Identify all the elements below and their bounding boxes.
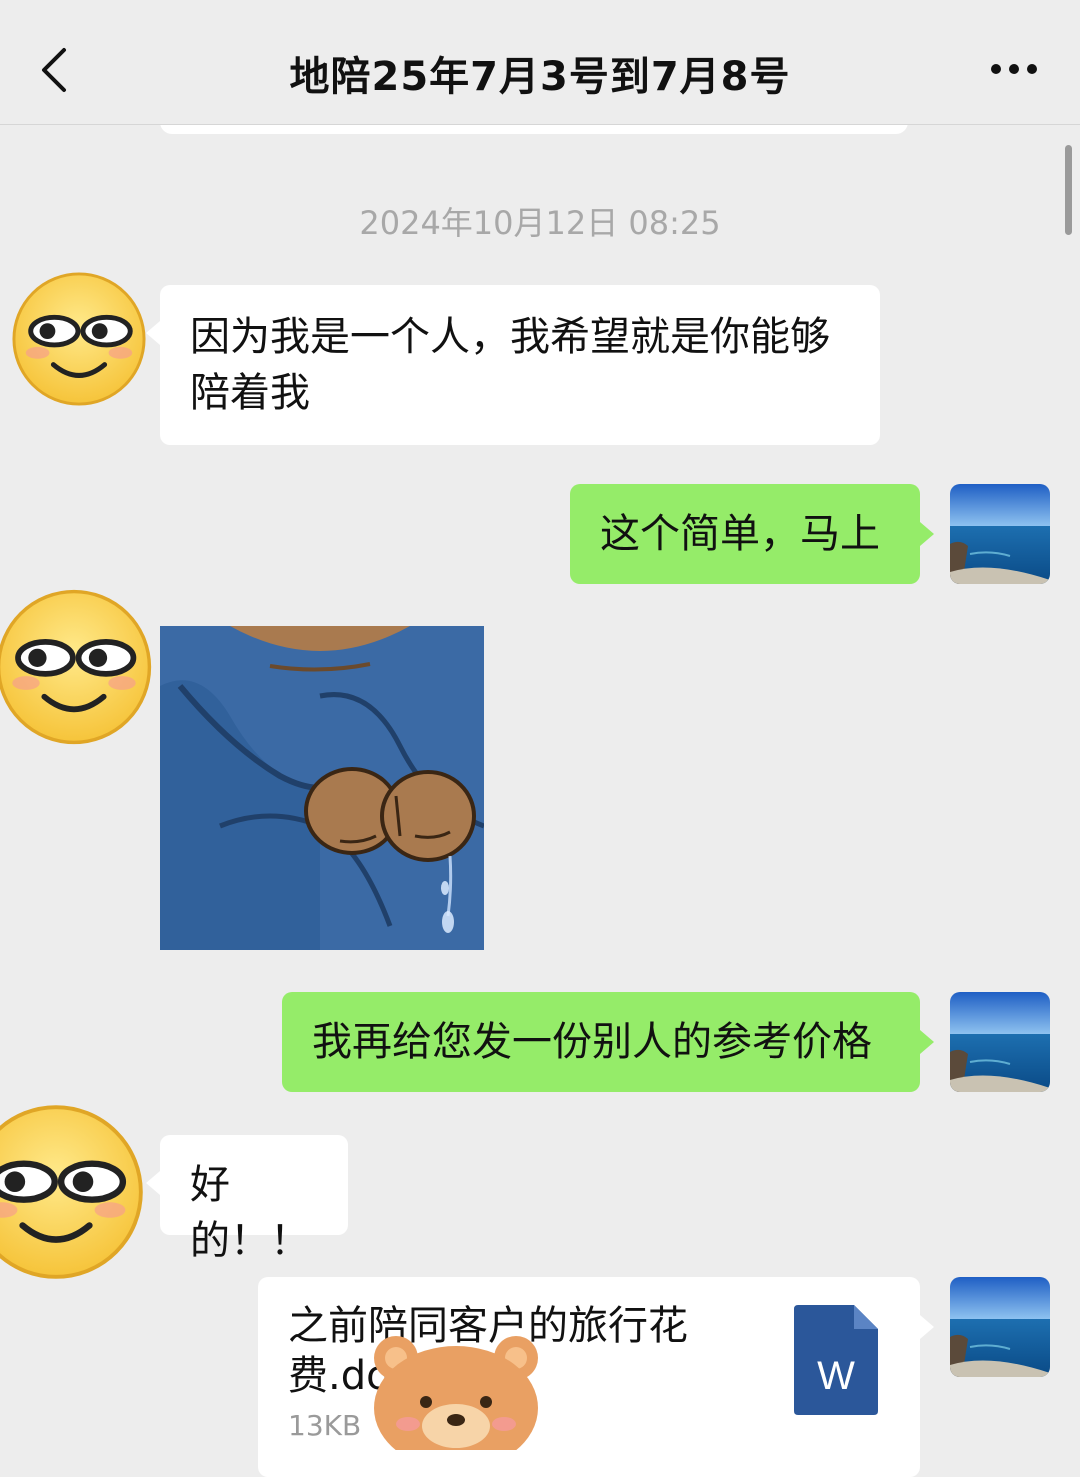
message-text: 好的！！ bbox=[190, 1162, 310, 1264]
crying-cartoon-sticker[interactable] bbox=[160, 626, 484, 950]
message-text: 我再给您发一份别人的参考价格 bbox=[312, 1019, 872, 1065]
message-bubble-outgoing[interactable]: 我再给您发一份别人的参考价格 bbox=[282, 992, 934, 1092]
word-document-icon: W bbox=[794, 1305, 878, 1415]
more-dots-icon[interactable] bbox=[988, 58, 1040, 80]
bear-sticker-overlay bbox=[374, 1336, 538, 1450]
my-avatar[interactable] bbox=[950, 1277, 1050, 1377]
chat-header: 地陪25年7月3号到7月8号 bbox=[0, 0, 1080, 125]
message-bubble-outgoing[interactable]: 这个简单，马上 bbox=[570, 484, 934, 584]
my-avatar[interactable] bbox=[950, 992, 1050, 1092]
chevron-left-icon[interactable] bbox=[34, 46, 74, 94]
message-bubble-incoming[interactable]: 好的！！ bbox=[146, 1135, 348, 1264]
chat-title: 地陪25年7月3号到7月8号 bbox=[289, 54, 791, 100]
message-timestamp: 2024年10月12日 08:25 bbox=[359, 204, 721, 242]
contact-avatar[interactable] bbox=[0, 1102, 146, 1282]
message-bubble-incoming[interactable]: 因为我是一个人，我希望就是你能够陪着我 bbox=[146, 285, 880, 445]
contact-avatar[interactable] bbox=[10, 270, 148, 408]
message-text: 这个简单，马上 bbox=[600, 511, 880, 557]
file-size: 13KB bbox=[288, 1409, 362, 1442]
svg-text:W: W bbox=[817, 1354, 855, 1398]
message-text: 因为我是一个人，我希望就是你能够陪着我 bbox=[190, 314, 830, 416]
my-avatar[interactable] bbox=[950, 484, 1050, 584]
contact-avatar[interactable] bbox=[0, 587, 154, 747]
